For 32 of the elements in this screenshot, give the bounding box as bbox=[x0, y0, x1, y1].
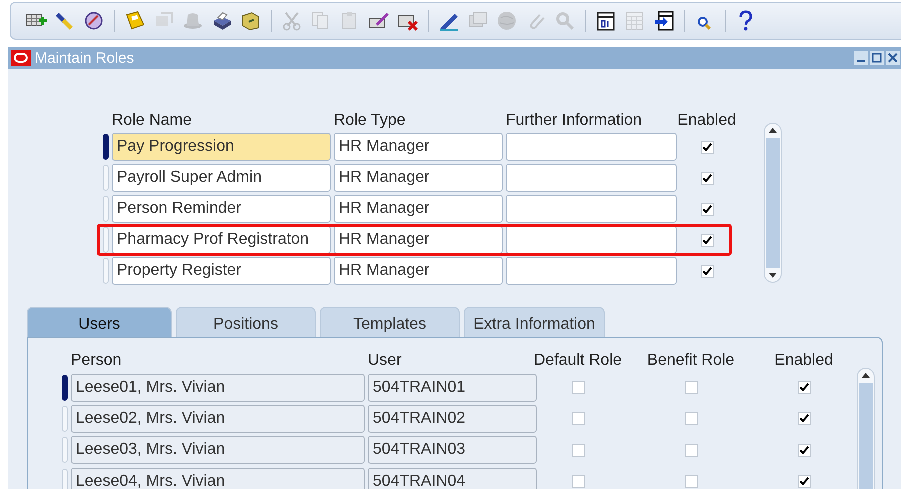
input-field[interactable]: 504TRAIN04 bbox=[368, 468, 537, 489]
column-header: Benefit Role bbox=[647, 352, 735, 370]
input-field[interactable]: HR Manager bbox=[334, 195, 503, 223]
input-field[interactable]: 504TRAIN02 bbox=[368, 404, 537, 433]
column-header: Further Information bbox=[506, 112, 644, 130]
column-header: Enabled bbox=[678, 112, 736, 130]
input-field[interactable]: Person Reminder bbox=[112, 195, 331, 223]
tab[interactable]: Positions bbox=[176, 307, 316, 337]
input-field[interactable]: HR Manager bbox=[334, 133, 503, 161]
input-field[interactable]: HR Manager bbox=[334, 226, 503, 254]
column-header: Person bbox=[71, 352, 123, 370]
window-title: Maintain Roles bbox=[35, 50, 136, 66]
input-field[interactable]: Property Register bbox=[112, 257, 331, 285]
input-field[interactable]: Leese01, Mrs. Vivian bbox=[71, 374, 365, 402]
input-field[interactable]: Leese02, Mrs. Vivian bbox=[71, 404, 365, 433]
tab[interactable]: Users bbox=[27, 307, 172, 337]
input-field[interactable]: HR Manager bbox=[334, 257, 503, 285]
tab[interactable]: Extra Information bbox=[464, 307, 605, 337]
column-header: Role Name bbox=[112, 112, 194, 130]
input-field[interactable]: Pharmacy Prof Registraton bbox=[112, 226, 331, 254]
column-header: User bbox=[368, 352, 403, 370]
tab[interactable]: Templates bbox=[320, 307, 460, 337]
input-field[interactable]: HR Manager bbox=[334, 164, 503, 192]
column-header: Enabled bbox=[774, 352, 834, 370]
column-header: Role Type bbox=[334, 112, 407, 130]
input-field[interactable]: 504TRAIN01 bbox=[368, 374, 537, 402]
input-field[interactable]: Pay Progression bbox=[112, 133, 331, 161]
column-header: Default Role bbox=[534, 352, 622, 370]
input-field[interactable]: Leese04, Mrs. Vivian bbox=[71, 468, 365, 489]
input-field[interactable]: 504TRAIN03 bbox=[368, 436, 537, 464]
input-field[interactable]: Leese03, Mrs. Vivian bbox=[71, 436, 365, 464]
input-field[interactable]: Payroll Super Admin bbox=[112, 164, 331, 192]
